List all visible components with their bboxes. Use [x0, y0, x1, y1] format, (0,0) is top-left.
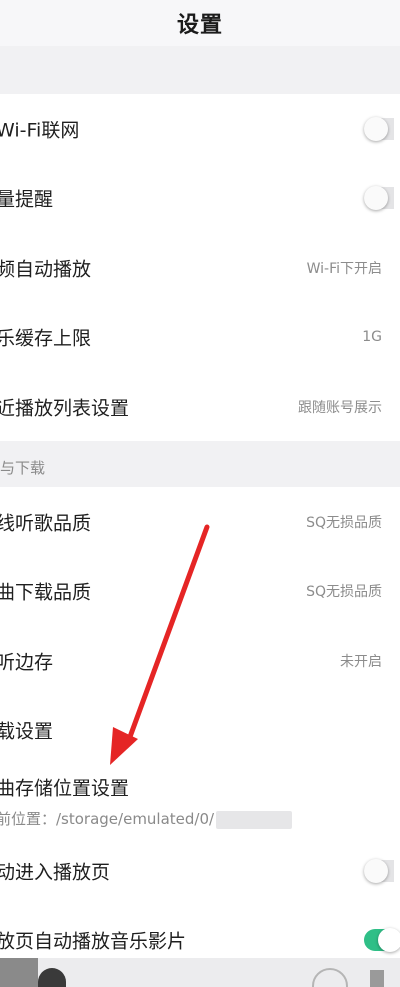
page-title: 设置: [176, 13, 223, 38]
setting-label: 听边存: [0, 651, 54, 673]
setting-label: 频自动播放: [0, 258, 92, 280]
setting-value: 跟随账号展示: [298, 399, 382, 416]
setting-row-video-autoplay[interactable]: 频自动播放 Wi-Fi下开启: [0, 233, 400, 302]
setting-label: 近播放列表设置: [0, 397, 130, 419]
settings-page: 设置 Wi-Fi联网 量提醒 频自动播放 Wi-Fi下开启 乐缓存上限 1G 近…: [0, 0, 400, 987]
reminder-toggle[interactable]: [364, 185, 394, 210]
setting-value: SQ无损品质: [306, 583, 382, 600]
setting-label: 乐缓存上限: [0, 327, 92, 349]
setting-row-stream-quality[interactable]: 线听歌品质 SQ无损品质: [0, 487, 400, 556]
settings-card-playback: Wi-Fi联网 量提醒 频自动播放 Wi-Fi下开启 乐缓存上限 1G 近播放列…: [0, 94, 400, 441]
setting-value: 1G: [362, 328, 382, 345]
toggle-knob: [378, 927, 400, 952]
setting-value: 未开启: [340, 653, 382, 670]
storage-path-text: 前位置：/storage/emulated/0/: [0, 808, 293, 829]
setting-row-download-quality[interactable]: 曲下载品质 SQ无损品质: [0, 556, 400, 625]
playlist-icon[interactable]: [370, 970, 384, 987]
toggle-knob: [364, 185, 388, 210]
setting-row-wifi[interactable]: Wi-Fi联网: [0, 94, 400, 163]
auto-enter-player-toggle[interactable]: [364, 858, 394, 883]
album-cover-icon[interactable]: [0, 958, 38, 987]
play-ring-icon[interactable]: [312, 968, 348, 987]
section-header-label: 与下载: [0, 459, 46, 477]
setting-label: 线听歌品质: [0, 512, 92, 534]
auto-play-mv-toggle[interactable]: [364, 927, 400, 952]
setting-row-reminder[interactable]: 量提醒: [0, 163, 400, 232]
setting-label: 曲下载品质: [0, 581, 92, 603]
setting-label: Wi-Fi联网: [0, 119, 80, 141]
toggle-knob: [364, 116, 388, 141]
setting-value: Wi-Fi下开启: [306, 260, 382, 277]
wifi-toggle[interactable]: [364, 116, 394, 141]
settings-card-download: 线听歌品质 SQ无损品质 曲下载品质 SQ无损品质 听边存 未开启 载设置 曲存…: [0, 487, 400, 987]
setting-row-auto-enter-player[interactable]: 动进入播放页: [0, 836, 400, 905]
setting-label: 量提醒: [0, 188, 54, 210]
setting-row-cache-limit[interactable]: 乐缓存上限 1G: [0, 302, 400, 371]
top-spacer: [0, 46, 400, 94]
mini-player-bar[interactable]: [0, 958, 400, 987]
redacted-path-block: [216, 810, 293, 829]
setting-row-recent-playlist[interactable]: 近播放列表设置 跟随账号展示: [0, 372, 400, 441]
setting-value: SQ无损品质: [306, 514, 382, 531]
setting-label: 载设置: [0, 720, 54, 742]
title-bar: 设置: [0, 0, 400, 46]
toggle-knob: [364, 858, 388, 883]
album-disc-icon: [38, 968, 66, 987]
storage-path-label: 前位置：/storage/emulated/0/: [0, 810, 215, 828]
section-header-download: 与下载: [0, 441, 400, 487]
setting-label: 放页自动播放音乐影片: [0, 930, 187, 952]
setting-row-download-settings[interactable]: 载设置: [0, 695, 400, 764]
setting-label: 曲存储位置设置: [0, 777, 130, 800]
setting-row-listen-save[interactable]: 听边存 未开启: [0, 626, 400, 695]
setting-label: 动进入播放页: [0, 861, 111, 883]
